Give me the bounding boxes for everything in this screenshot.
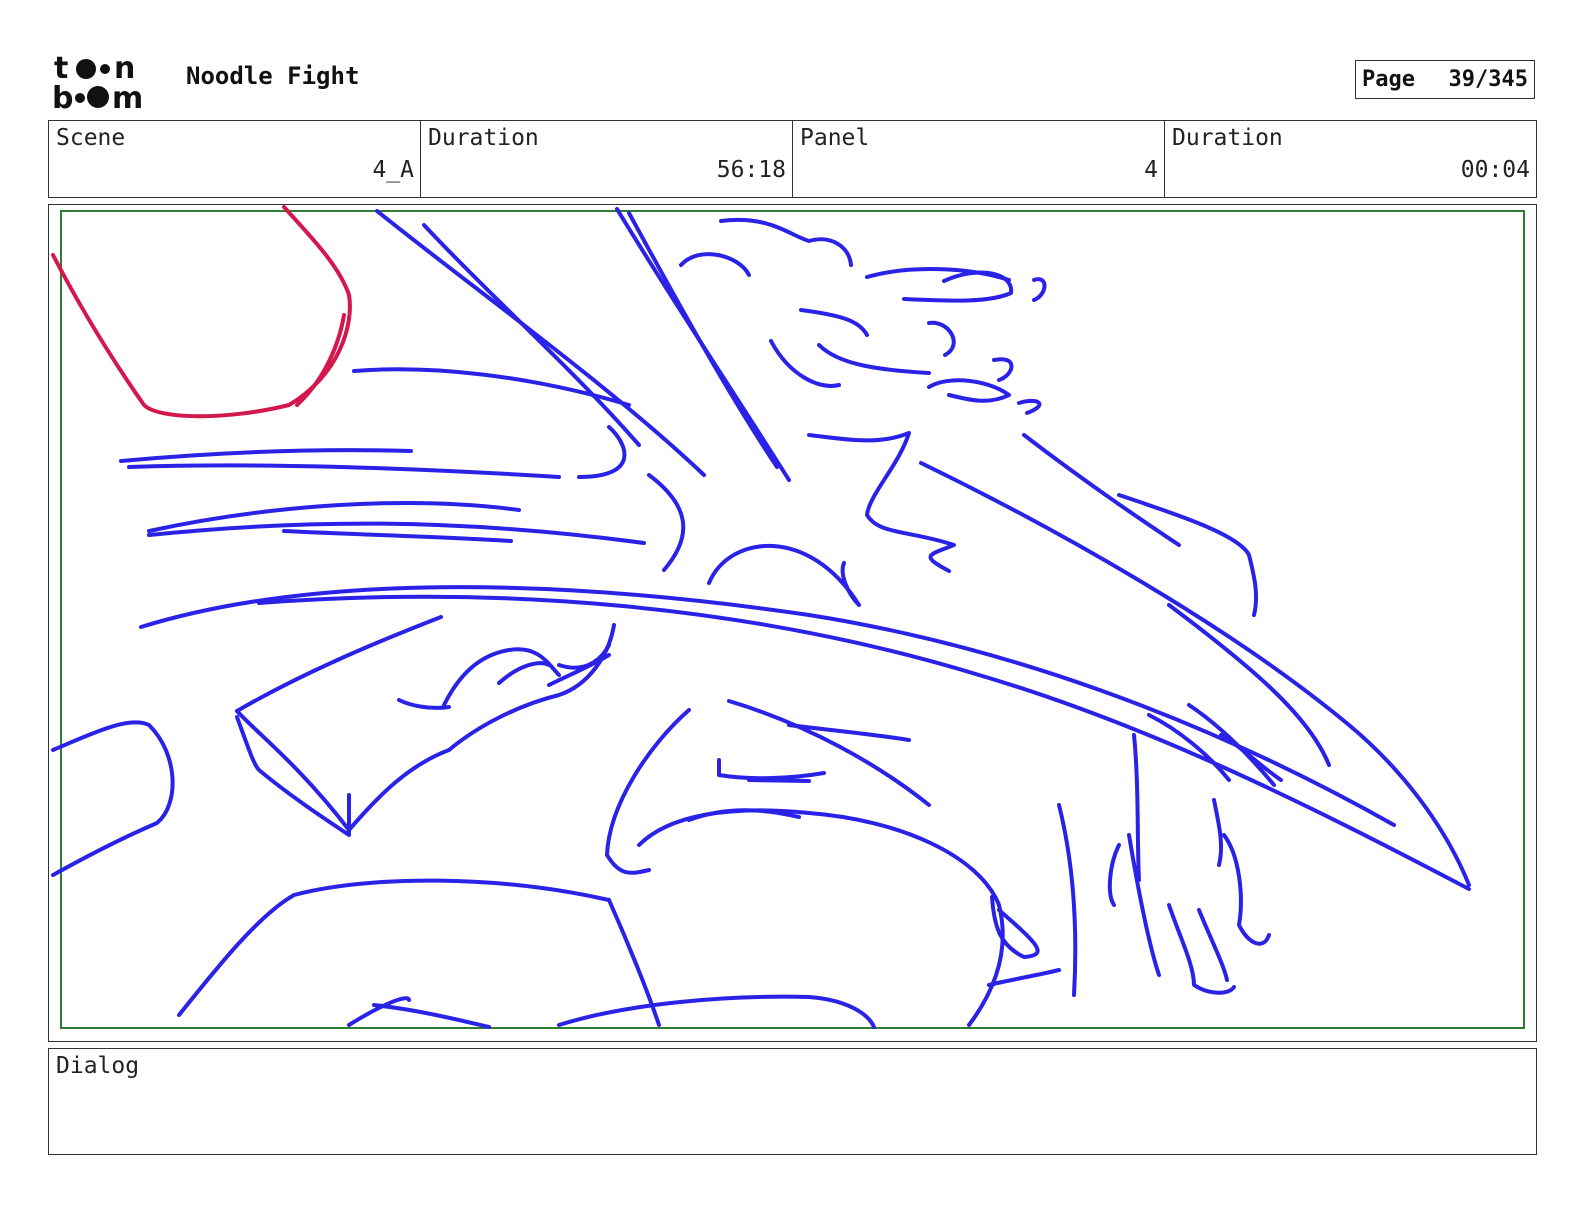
svg-text:m: m [112,81,143,112]
panel-sketch [51,205,1525,1029]
page-number: 39/345 [1448,67,1528,92]
scene-duration-cell: Duration 56:18 [421,121,793,197]
panel-duration-label: Duration [1172,125,1283,151]
page-label: Page [1362,67,1415,92]
red-highlight-sketch [51,205,352,419]
scene-duration-value: 56:18 [716,157,786,183]
dialog-label: Dialog [56,1053,140,1079]
panel-duration-cell: Duration 00:04 [1165,121,1536,197]
scene-value: 4_A [372,157,414,183]
scene-cell: Scene 4_A [49,121,421,197]
panel-info-row: Scene 4_A Duration 56:18 Panel 4 Duratio… [48,120,1537,198]
scene-label: Scene [56,125,126,151]
page-indicator: Page 39/345 [1355,60,1535,99]
blue-sketch-lines [51,207,1471,1029]
svg-text:b: b [52,81,73,112]
project-title: Noodle Fight [186,62,360,90]
panel-value: 4 [1144,157,1158,183]
panel-label: Panel [800,125,870,151]
scene-duration-label: Duration [428,125,539,151]
toon-boom-logo-icon: t n b m [52,51,143,116]
panel-cell: Panel 4 [793,121,1165,197]
storyboard-panel [48,204,1537,1042]
toon-boom-logo: t n b m [52,51,164,116]
panel-duration-value: 00:04 [1460,157,1530,183]
dialog-box: Dialog [48,1048,1537,1155]
